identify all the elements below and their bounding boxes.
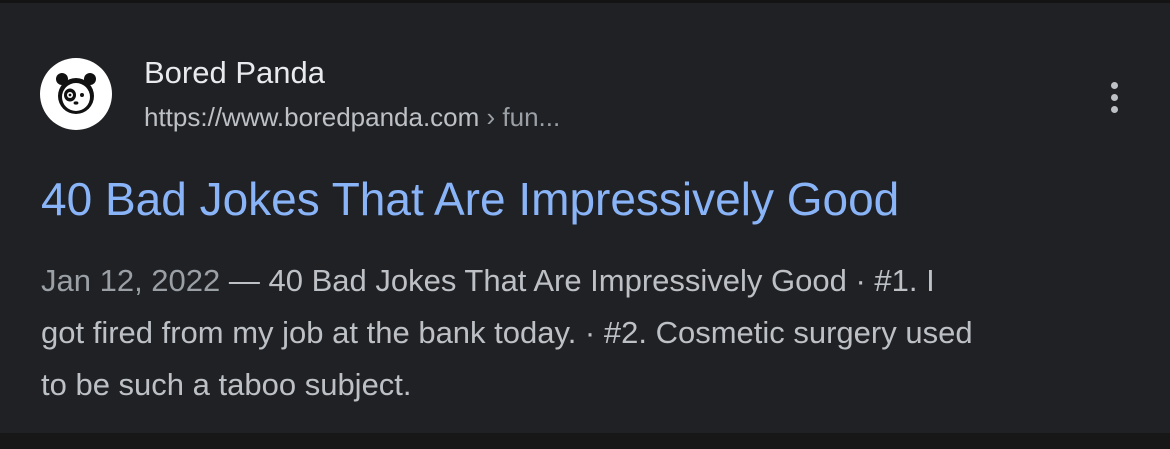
site-url-breadcrumb: › fun...	[479, 102, 561, 132]
panda-icon	[56, 73, 96, 114]
more-options-button[interactable]	[1096, 77, 1132, 117]
search-result-card: Bored Panda https://www.boredpanda.com ›…	[0, 0, 1170, 433]
result-snippet: Jan 12, 2022 — 40 Bad Jokes That Are Imp…	[41, 255, 1141, 411]
card-separator	[0, 433, 1170, 449]
snippet-line: got fired from my job at the bank today.…	[41, 315, 973, 350]
site-url[interactable]: https://www.boredpanda.com › fun...	[144, 99, 560, 135]
more-vert-icon-dot	[1110, 93, 1118, 101]
site-name[interactable]: Bored Panda	[144, 53, 325, 93]
more-vert-icon-dot	[1110, 105, 1118, 113]
snippet-text: — 40 Bad Jokes That Are Impressively Goo…	[220, 263, 935, 298]
more-vert-icon	[1110, 81, 1118, 89]
result-title-link[interactable]: 40 Bad Jokes That Are Impressively Good	[41, 171, 899, 227]
result-date: Jan 12, 2022	[41, 263, 221, 298]
site-favicon[interactable]	[40, 58, 112, 130]
snippet-line: Jan 12, 2022 — 40 Bad Jokes That Are Imp…	[41, 255, 1141, 307]
snippet-line: to be such a taboo subject.	[41, 367, 412, 402]
site-url-domain: https://www.boredpanda.com	[144, 102, 480, 132]
